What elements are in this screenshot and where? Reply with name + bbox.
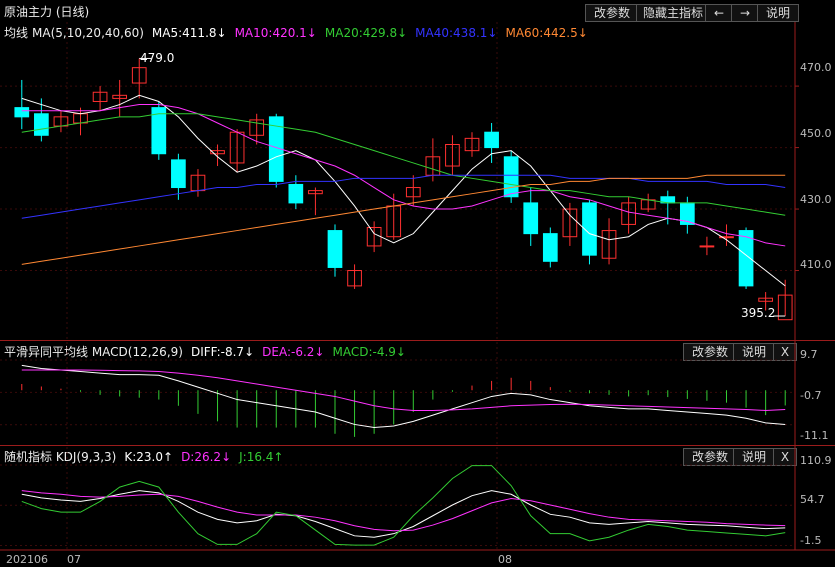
dea-line <box>21 369 786 411</box>
d-line <box>21 490 786 532</box>
chart-canvas <box>0 22 835 551</box>
candle-body <box>171 159 186 189</box>
candle-body <box>523 202 539 235</box>
diff-line <box>21 364 786 429</box>
candle-body <box>34 113 49 136</box>
ma10-line <box>21 104 786 247</box>
ma60-line <box>21 174 786 265</box>
candle-body <box>14 107 30 118</box>
ma5-line <box>21 94 786 287</box>
candle-body <box>542 233 558 262</box>
candle-body <box>738 230 754 287</box>
candle-body <box>484 131 499 149</box>
candle-body <box>699 245 715 248</box>
candle-body <box>288 183 304 204</box>
candle-body <box>503 156 519 198</box>
candle-body <box>327 230 343 268</box>
